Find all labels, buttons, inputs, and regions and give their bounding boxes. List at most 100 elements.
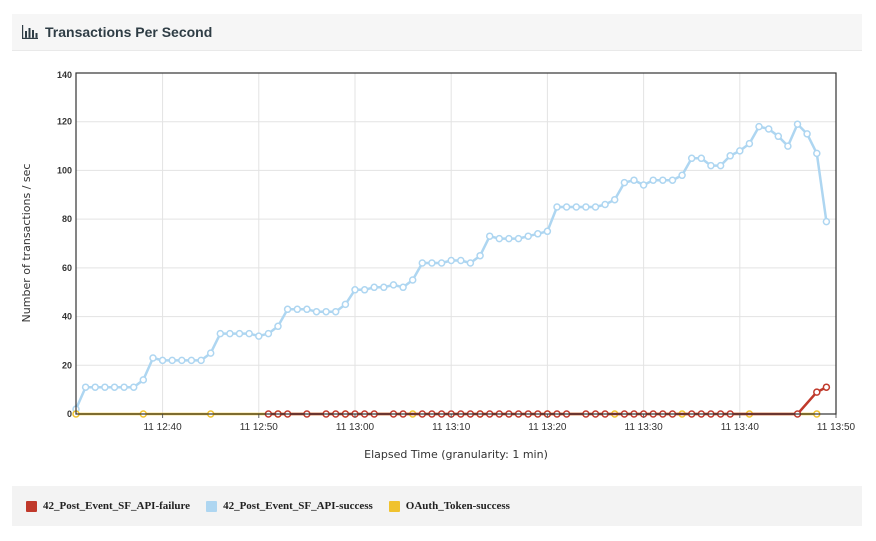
data-point [283,305,292,314]
data-point [101,383,109,391]
data-point [466,259,475,267]
legend-label: 42_Post_Event_SF_API-failure [43,500,191,512]
data-point [216,329,225,338]
data-point [389,281,398,289]
data-point [408,276,417,284]
x-tick-label: 11 13:10 [432,422,471,433]
data-point [447,256,455,265]
y-tick-label: 40 [62,312,72,322]
data-point [774,132,783,141]
data-point [341,300,350,309]
data-point [755,122,763,131]
legend-item-failure[interactable]: 42_Post_Event_SF_API-failure [26,500,190,512]
axis-layer: 0 20 40 60 80 100 120 11 12:40 11 12:50 11 13:00 1… [57,72,856,433]
data-point [139,376,148,384]
data-point [158,356,167,365]
data-point [197,356,205,365]
legend-item-oauth[interactable]: OAuth_Token-success [388,500,510,512]
data-point [764,125,773,133]
data-point [562,203,571,211]
x-tick-label: 11 12:40 [143,422,182,433]
data-point [399,283,407,292]
data-point [91,383,99,391]
y-tick-label: 0 [67,409,72,419]
y-tick-label: 100 [57,165,72,175]
x-axis-label: Elapsed Time (granularity: 1 min) [364,448,548,461]
data-point [476,251,484,260]
legend-swatch-oauth [388,500,400,512]
data-point [784,142,792,150]
data-point [235,329,244,338]
x-tick-label: 11 13:30 [625,422,664,433]
data-point [206,349,215,357]
data-point [813,388,821,396]
data-point [303,305,311,314]
data-point [572,203,581,211]
x-tick-label: 11 12:50 [240,422,279,433]
x-tick-label: 11 13:40 [721,422,760,433]
legend-swatch-success [206,500,218,512]
y-tick-label: 80 [62,214,72,224]
legend: 42_Post_Event_SF_API-failure 42_Post_Eve… [12,486,862,526]
data-point [81,383,90,391]
data-point [437,259,446,267]
data-point [668,176,677,184]
data-point [274,322,282,331]
data-point [129,383,138,391]
data-point [457,256,465,265]
data-point [822,217,831,226]
x-tick-label: 11 13:50 [817,422,856,433]
data-point [803,130,811,138]
data-point [120,383,128,391]
data-point [514,234,523,243]
data-point [255,332,263,340]
data-point [293,305,302,314]
data-point [524,232,532,240]
data-point [370,283,378,292]
data-point [822,383,831,391]
data-point [312,307,321,316]
tps-chart: 0 20 40 60 80 100 120 11 12:40 11 12:50 11 13:00 1… [20,70,856,461]
data-point [331,307,340,316]
y-tick-label: 60 [62,263,72,273]
data-point [178,356,186,365]
data-point [110,383,119,391]
y-tick-label: 120 [57,117,72,127]
data-point [418,259,427,267]
data-point [351,286,359,294]
data-point [649,176,657,184]
data-point [736,147,744,155]
data-point [793,120,802,128]
x-tick-label: 11 13:00 [336,422,375,433]
legend-swatch-failure [26,500,37,512]
data-point [553,203,561,211]
y-tick-label: 20 [62,360,72,370]
data-point [813,149,821,158]
data-point [659,176,667,184]
data-point [187,356,196,365]
data-point [360,286,369,294]
data-point [745,139,754,148]
data-point [620,178,629,187]
data-point [697,154,706,163]
data-point [322,307,330,316]
data-point [707,161,715,170]
data-point [543,227,552,236]
legend-label: OAuth_Token-success [405,500,510,512]
data-point [505,234,513,243]
data-point [534,230,542,238]
data-point [264,329,273,338]
data-point [601,200,609,209]
data-point [428,259,436,267]
data-point [380,283,388,292]
legend-label: 42_Post_Event_SF_API-success [223,500,373,512]
data-point [639,181,648,189]
legend-item-success[interactable]: 42_Post_Event_SF_API-success [206,500,373,512]
data-point [630,176,638,184]
data-point [168,356,176,365]
data-point [610,195,619,204]
y-axis-label: Number of transactions / sec [20,164,33,323]
data-point [582,203,590,211]
data-point [485,232,494,240]
data-point [687,154,696,163]
